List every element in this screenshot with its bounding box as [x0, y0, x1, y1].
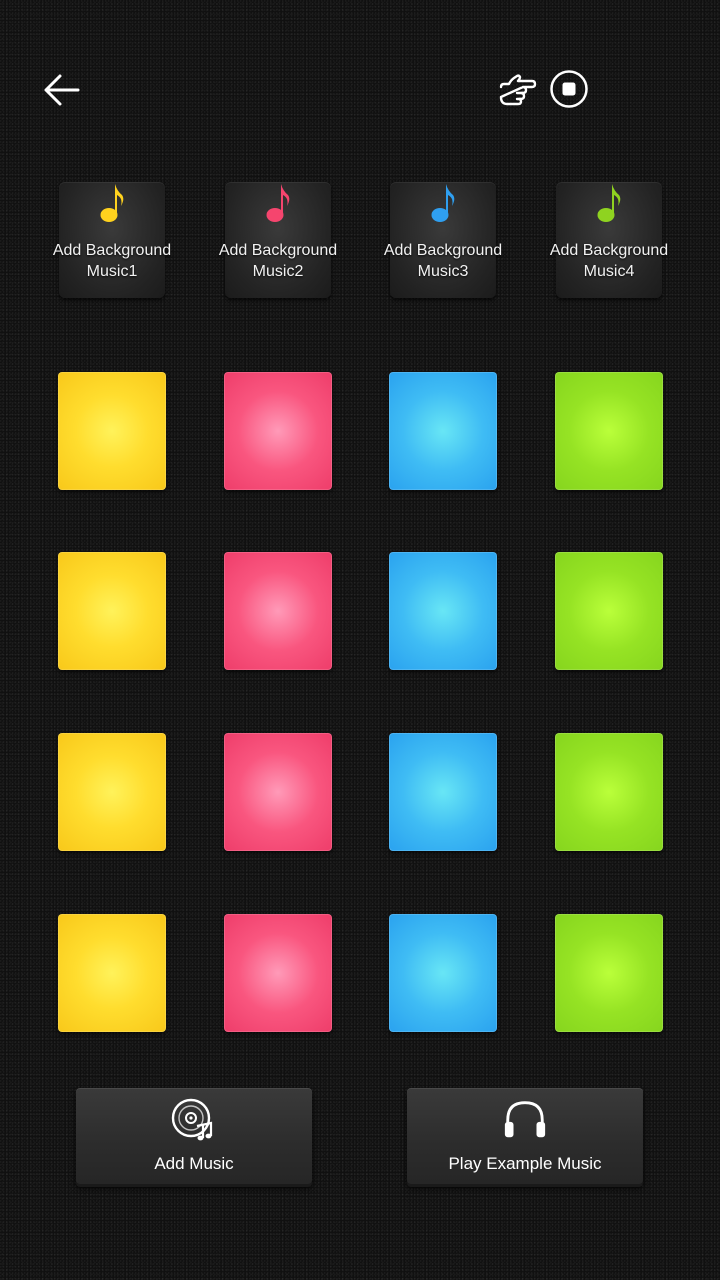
pad-row1-green[interactable]: [555, 372, 663, 490]
pad-row1-pink[interactable]: [224, 372, 332, 490]
pad-row1-blue[interactable]: [389, 372, 497, 490]
back-button[interactable]: [36, 66, 84, 114]
pad-row4-blue[interactable]: [389, 914, 497, 1032]
music-note-icon: [100, 184, 124, 222]
add-background-music-4-button[interactable]: Add Background Music4: [550, 182, 668, 298]
add-music-button[interactable]: Add Music: [76, 1088, 312, 1184]
music-note-icon: [597, 184, 621, 222]
pad-row4-green[interactable]: [555, 914, 663, 1032]
add-music-label: Add Music: [154, 1154, 234, 1173]
pad-row3-blue[interactable]: [389, 733, 497, 851]
music-note-icon: [431, 184, 455, 222]
add-background-music-3-label: Add Background Music3: [383, 242, 503, 280]
pad-row2-blue[interactable]: [389, 552, 497, 670]
arrow-left-icon: [44, 74, 80, 106]
pad-row3-pink[interactable]: [224, 733, 332, 851]
add-background-music-4-label: Add Background Music4: [549, 242, 669, 280]
gesture-button[interactable]: [494, 66, 540, 112]
stop-icon: [550, 70, 588, 108]
headphones-icon: [502, 1096, 548, 1142]
add-background-music-3-button[interactable]: Add Background Music3: [384, 182, 502, 298]
add-background-music-2-button[interactable]: Add Background Music2: [219, 182, 337, 298]
play-example-music-label: Play Example Music: [448, 1154, 602, 1173]
pad-row4-yellow[interactable]: [58, 914, 166, 1032]
pad-row2-yellow[interactable]: [58, 552, 166, 670]
music-note-icon: [266, 184, 290, 222]
pad-row4-pink[interactable]: [224, 914, 332, 1032]
add-background-music-2-label: Add Background Music2: [218, 242, 338, 280]
pad-row2-green[interactable]: [555, 552, 663, 670]
disc-music-icon: [171, 1096, 217, 1142]
play-example-music-button[interactable]: Play Example Music: [407, 1088, 643, 1184]
pad-row1-yellow[interactable]: [58, 372, 166, 490]
pad-row3-green[interactable]: [555, 733, 663, 851]
add-background-music-1-button[interactable]: Add Background Music1: [53, 182, 171, 298]
pad-row3-yellow[interactable]: [58, 733, 166, 851]
add-background-music-1-label: Add Background Music1: [52, 242, 172, 280]
pointing-hand-icon: [499, 74, 537, 106]
stop-button[interactable]: [548, 68, 590, 110]
pad-row2-pink[interactable]: [224, 552, 332, 670]
